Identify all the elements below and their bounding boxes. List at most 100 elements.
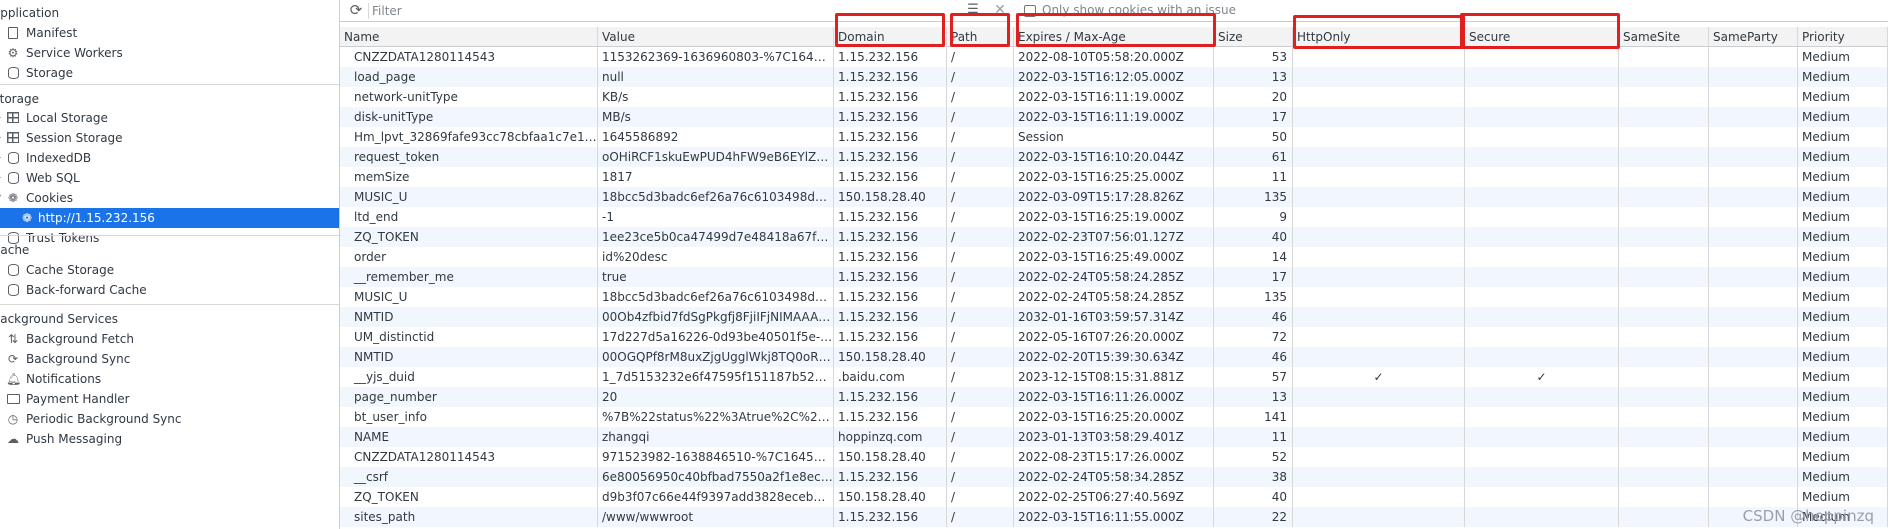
table-row[interactable]: Hm_lpvt_32869fafe93cc78cbfaa1c7e10d8cc..… bbox=[340, 127, 1888, 147]
table-row[interactable]: NMTID 00Ob4zfbid7fdSgPkgfj8FjiIFjNIMAAAF-… bbox=[340, 307, 1888, 327]
cell-sameparty bbox=[1709, 187, 1798, 207]
sidebar-item-indexeddb[interactable]: ▸ IndexedDB bbox=[0, 148, 339, 168]
cell-priority: Medium bbox=[1798, 327, 1888, 347]
table-row[interactable]: ltd_end -1 1.15.232.156/2022-03-15T16:25:1… bbox=[340, 207, 1888, 227]
sidebar-item-label: Cache Storage bbox=[26, 263, 115, 277]
table-row[interactable]: MUSIC_U18bcc5d3badc6ef26a76c6103498d1ea9… bbox=[340, 287, 1888, 307]
cell-samesite bbox=[1619, 427, 1709, 447]
cell-priority: Medium bbox=[1798, 367, 1888, 387]
section-title-background-services[interactable]: Background Services bbox=[0, 309, 118, 329]
sidebar-item-payment-handler[interactable]: Payment Handler bbox=[0, 389, 339, 409]
sidebar-item-label: Cookies bbox=[26, 191, 73, 205]
table-row[interactable]: NMTID 00OGQPf8rM8uxZjgUgglWkj8TQ0oR0AA...… bbox=[340, 347, 1888, 367]
table-row[interactable]: ZQ_TOKEN 1ee23ce5b0ca47499d7e48418a67f6c5… bbox=[340, 227, 1888, 247]
cell-name: ltd_end bbox=[340, 207, 598, 227]
sidebar-item-push-messaging[interactable]: ☁ Push Messaging bbox=[0, 429, 339, 449]
only-issue-label[interactable]: Only show cookies with an issue bbox=[1042, 3, 1236, 17]
sidebar-item-storage[interactable]: Storage bbox=[0, 63, 339, 83]
section-title-storage[interactable]: Storage bbox=[0, 89, 39, 109]
cell-domain: 1.15.232.156 bbox=[834, 87, 947, 107]
cell-samesite bbox=[1619, 267, 1709, 287]
table-row[interactable]: bt_user_info %7B%22status%22%3Atrue%2C%22… bbox=[340, 407, 1888, 427]
column-header-secure[interactable]: Secure bbox=[1465, 27, 1619, 47]
clear-all-cookies-icon[interactable]: ✕ bbox=[992, 2, 1008, 18]
table-row[interactable]: CNZZDATA1280114543 971523982-1638846510-%… bbox=[340, 447, 1888, 467]
sidebar-item-session-storage[interactable]: ▸ Session Storage bbox=[0, 128, 339, 148]
sidebar-item-notifications[interactable]: 🔔︎ Notifications bbox=[0, 369, 339, 389]
sidebar-item-periodic-background-sync[interactable]: ◷ Periodic Background Sync bbox=[0, 409, 339, 429]
cell-value: KB/s bbox=[598, 87, 834, 107]
expand-open-icon[interactable]: ▾ bbox=[0, 188, 1, 208]
cell-name: MUSIC_U bbox=[340, 187, 598, 207]
sidebar-item-manifest[interactable]: Manifest bbox=[0, 23, 339, 43]
cell-httponly bbox=[1293, 507, 1465, 527]
cell-sameparty bbox=[1709, 87, 1798, 107]
cell-secure bbox=[1465, 487, 1619, 507]
cell-value: d9b3f07c66e44f9397add3828eceb42e bbox=[598, 487, 834, 507]
cell-size: 50 bbox=[1214, 127, 1293, 147]
sidebar-item-background-fetch[interactable]: ⇅ Background Fetch bbox=[0, 329, 339, 349]
cell-expires: 2022-02-25T06:27:40.569Z bbox=[1014, 487, 1214, 507]
expand-closed-icon[interactable]: ▸ bbox=[0, 108, 1, 128]
section-title-cache[interactable]: Cache bbox=[0, 240, 29, 260]
table-row[interactable]: __remember_me true 1.15.232.156/2022-02-24… bbox=[340, 267, 1888, 287]
cell-samesite bbox=[1619, 507, 1709, 527]
sidebar-item-http-1-15-232-156[interactable]: ❁ http://1.15.232.156 bbox=[0, 208, 339, 228]
column-header-value[interactable]: Value bbox=[598, 27, 834, 47]
column-header-size[interactable]: Size bbox=[1214, 27, 1293, 47]
column-header-samesite[interactable]: SameSite bbox=[1619, 27, 1709, 47]
cell-path: / bbox=[947, 347, 1014, 367]
only-issue-checkbox[interactable] bbox=[1024, 5, 1036, 17]
column-header-domain[interactable]: Domain bbox=[834, 27, 947, 47]
table-row[interactable]: order id%20desc 1.15.232.156/2022-03-15T16… bbox=[340, 247, 1888, 267]
cell-value: 1153262369-1636960803-%7C16443863... bbox=[598, 47, 834, 67]
cell-priority: Medium bbox=[1798, 467, 1888, 487]
table-row[interactable]: __yjs_duid 1_7d5153232e6f47595f151187b529… bbox=[340, 367, 1888, 387]
column-header-expires[interactable]: Expires / Max-Age bbox=[1014, 27, 1214, 47]
table-row[interactable]: sites_path/www/wwwroot 1.15.232.156/2022-… bbox=[340, 507, 1888, 527]
table-row[interactable]: memSize 1817 1.15.232.156/2022-03-15T16:25… bbox=[340, 167, 1888, 187]
expand-closed-icon[interactable]: ▸ bbox=[0, 148, 1, 168]
expand-closed-icon[interactable]: ▸ bbox=[0, 128, 1, 148]
column-header-priority[interactable]: Priority bbox=[1798, 27, 1888, 47]
section-title-application[interactable]: Application bbox=[0, 3, 59, 23]
cell-expires: 2022-03-15T16:25:25.000Z bbox=[1014, 167, 1214, 187]
column-header-name[interactable]: Name bbox=[340, 27, 598, 47]
refresh-icon[interactable]: ⟳ bbox=[348, 2, 364, 18]
sidebar-item-cookies[interactable]: ▾ ❁ Cookies bbox=[0, 188, 339, 208]
column-header-httponly[interactable]: HttpOnly bbox=[1293, 27, 1465, 47]
cell-samesite bbox=[1619, 407, 1709, 427]
cell-size: 17 bbox=[1214, 107, 1293, 127]
table-header: Name Value Domain Path Expires / Max-Age Size… bbox=[340, 27, 1888, 47]
table-row[interactable]: disk-unitType MB/s 1.15.232.156/2022-03-15… bbox=[340, 107, 1888, 127]
cell-httponly bbox=[1293, 347, 1465, 367]
clear-filtered-cookies-icon[interactable]: ☰ bbox=[964, 2, 982, 18]
column-header-path[interactable]: Path bbox=[947, 27, 1014, 47]
table-row[interactable]: ZQ_TOKEN d9b3f07c66e44f9397add3828eceb42e… bbox=[340, 487, 1888, 507]
sidebar-item-back-forward-cache[interactable]: Back-forward Cache bbox=[0, 280, 339, 300]
sidebar-item-service-workers[interactable]: ⚙ Service Workers bbox=[0, 43, 339, 63]
sidebar-item-local-storage[interactable]: ▸ Local Storage bbox=[0, 108, 339, 128]
table-row[interactable]: __csrf 6e80056950c40bfbad7550a2f1e8ec7b 1.… bbox=[340, 467, 1888, 487]
sidebar-item-label: Back-forward Cache bbox=[26, 283, 147, 297]
cell-expires: 2022-02-23T07:56:01.127Z bbox=[1014, 227, 1214, 247]
table-row[interactable]: NAME zhangqi hoppinzq.com/2023-01-13T03:58… bbox=[340, 427, 1888, 447]
sidebar-item-cache-storage[interactable]: Cache Storage bbox=[0, 260, 339, 280]
table-row[interactable]: request_token oOHiRCF1skuEwPUD4hFW9eB6EYl… bbox=[340, 147, 1888, 167]
table-row[interactable]: load_page null 1.15.232.156/2022-03-15T16:… bbox=[340, 67, 1888, 87]
table-row[interactable]: network-unitType KB/s 1.15.232.156/2022-03… bbox=[340, 87, 1888, 107]
table-row[interactable]: page_number 20 1.15.232.156/2022-03-15T16:… bbox=[340, 387, 1888, 407]
sidebar-item-background-sync[interactable]: ⟳ Background Sync bbox=[0, 349, 339, 369]
cell-httponly bbox=[1293, 67, 1465, 87]
sidebar-item-trust-tokens[interactable]: Trust Tokens bbox=[0, 228, 339, 248]
sidebar-item-web-sql[interactable]: ▸ Web SQL bbox=[0, 168, 339, 188]
cell-path: / bbox=[947, 287, 1014, 307]
cell-samesite bbox=[1619, 187, 1709, 207]
column-header-sameparty[interactable]: SameParty bbox=[1709, 27, 1798, 47]
cell-size: 13 bbox=[1214, 387, 1293, 407]
table-row[interactable]: MUSIC_U18bcc5d3badc6ef26a76c6103498d1ea4… bbox=[340, 187, 1888, 207]
table-row[interactable]: UM_distinctid 17d227d5a16226-0d93be40501f… bbox=[340, 327, 1888, 347]
filter-input[interactable] bbox=[372, 2, 972, 20]
expand-closed-icon[interactable]: ▸ bbox=[0, 168, 1, 188]
table-row[interactable]: CNZZDATA1280114543 1153262369-1636960803-… bbox=[340, 47, 1888, 67]
